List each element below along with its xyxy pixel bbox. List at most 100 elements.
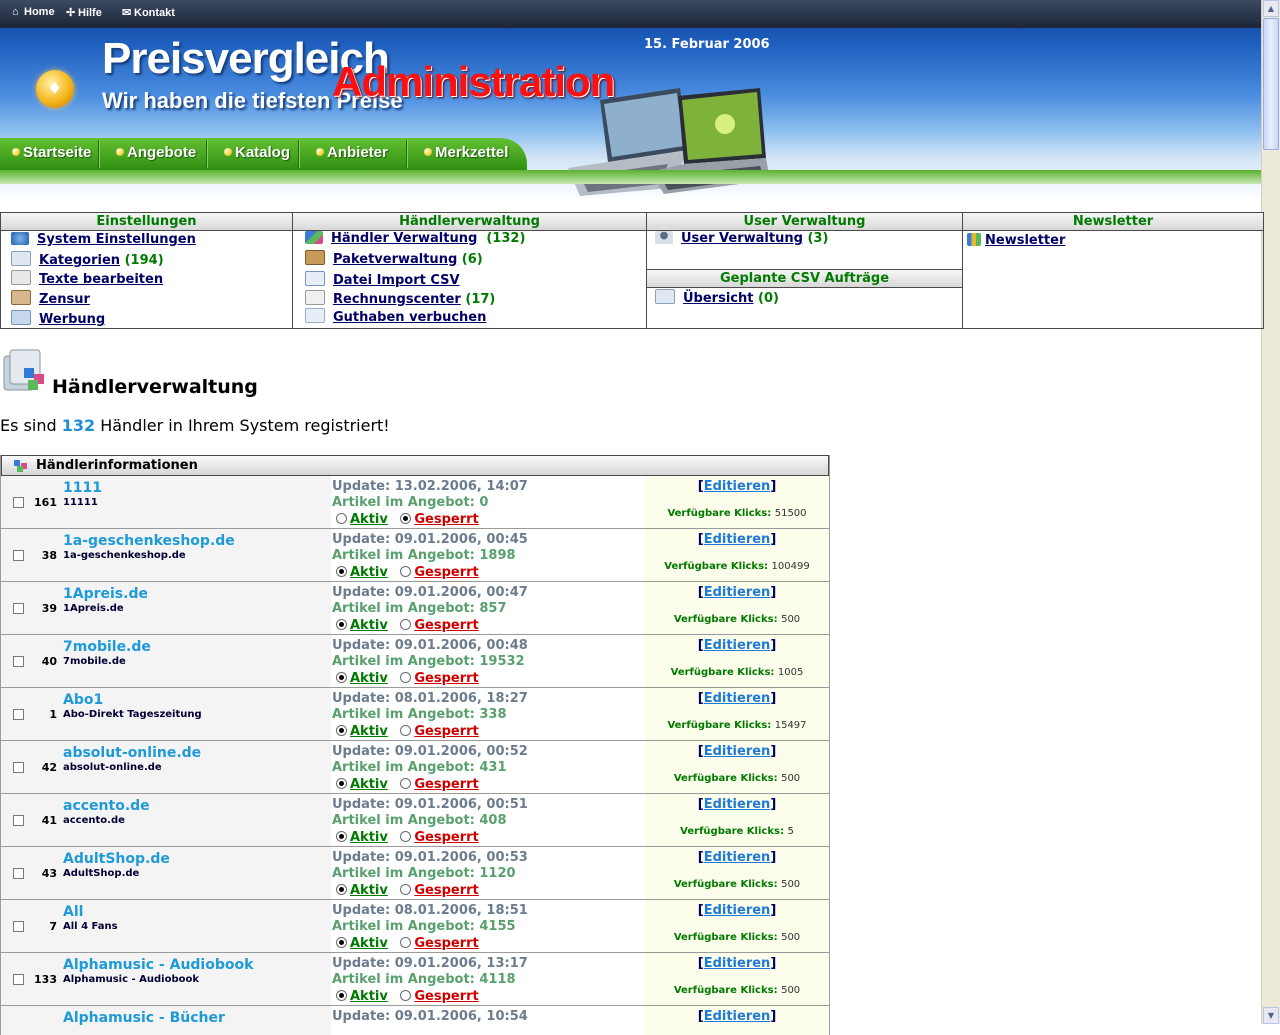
gesperrt-radio[interactable]: [400, 619, 412, 630]
scroll-thumb[interactable]: [1263, 18, 1279, 150]
bullet-icon: [316, 148, 324, 156]
help-link[interactable]: ✢ Hilfe: [66, 6, 102, 19]
aktiv-label[interactable]: Aktiv: [350, 565, 388, 580]
aktiv-radio[interactable]: [336, 725, 347, 736]
aktiv-radio[interactable]: [336, 672, 347, 683]
gesperrt-label[interactable]: Gesperrt: [414, 671, 478, 686]
menu-item-datei-import-csv[interactable]: Datei Import CSV: [305, 271, 460, 288]
gesperrt-label[interactable]: Gesperrt: [414, 724, 478, 739]
menu-item-newsletter[interactable]: Newsletter: [967, 233, 1065, 248]
aktiv-label[interactable]: Aktiv: [350, 936, 388, 951]
merchant-name-link[interactable]: 1Apreis.de: [63, 586, 148, 602]
edit-link[interactable]: Editieren: [704, 638, 771, 653]
gesperrt-radio[interactable]: [400, 725, 412, 736]
edit-link[interactable]: Editieren: [704, 1009, 771, 1024]
aktiv-radio[interactable]: [336, 831, 347, 842]
gesperrt-label[interactable]: Gesperrt: [414, 565, 478, 580]
status-radios: Aktiv Gesperrt: [336, 777, 479, 792]
gesperrt-label[interactable]: Gesperrt: [414, 777, 478, 792]
gesperrt-radio[interactable]: [400, 513, 412, 524]
edit-link[interactable]: Editieren: [704, 797, 771, 812]
menu-item-guthaben-verbuchen[interactable]: Guthaben verbuchen: [305, 308, 486, 325]
edit-link[interactable]: Editieren: [704, 585, 771, 600]
row-select-checkbox[interactable]: [13, 921, 24, 932]
censor-icon: [11, 290, 31, 305]
row-select-checkbox[interactable]: [13, 709, 24, 720]
scroll-down-arrow-icon[interactable]: ▼: [1263, 1007, 1279, 1024]
aktiv-label[interactable]: Aktiv: [350, 830, 388, 845]
aktiv-radio[interactable]: [336, 884, 347, 895]
aktiv-label[interactable]: Aktiv: [350, 883, 388, 898]
menu-item-texte-bearbeiten[interactable]: Texte bearbeiten: [11, 270, 163, 287]
gesperrt-label[interactable]: Gesperrt: [414, 936, 478, 951]
gesperrt-label[interactable]: Gesperrt: [414, 618, 478, 633]
gesperrt-label[interactable]: Gesperrt: [414, 883, 478, 898]
status-radios: Aktiv Gesperrt: [336, 883, 479, 898]
row-select-checkbox[interactable]: [13, 974, 24, 985]
row-select-checkbox[interactable]: [13, 656, 24, 667]
merchant-name-link[interactable]: All: [63, 904, 83, 920]
merchant-name-link[interactable]: 1a-geschenkeshop.de: [63, 533, 235, 549]
nav-startseite[interactable]: Startseite: [12, 144, 91, 161]
gesperrt-label[interactable]: Gesperrt: [414, 989, 478, 1004]
aktiv-radio[interactable]: [336, 778, 347, 789]
nav-katalog[interactable]: Katalog: [224, 144, 290, 161]
nav-merkzettel[interactable]: Merkzettel: [424, 144, 508, 161]
menu-item-paketverwaltung[interactable]: Paketverwaltung (6): [305, 250, 483, 267]
edit-link[interactable]: Editieren: [704, 956, 771, 971]
menu-item-system-einstellungen[interactable]: System Einstellungen: [11, 232, 196, 247]
edit-link[interactable]: Editieren: [704, 903, 771, 918]
aktiv-label[interactable]: Aktiv: [350, 618, 388, 633]
gesperrt-radio[interactable]: [400, 672, 412, 683]
menu-item-rechnungscenter[interactable]: Rechnungscenter (17): [305, 290, 495, 307]
menu-item-kategorien[interactable]: Kategorien (194): [11, 251, 164, 268]
gesperrt-radio[interactable]: [400, 937, 412, 948]
aktiv-radio[interactable]: [336, 566, 347, 577]
gesperrt-label[interactable]: Gesperrt: [414, 830, 478, 845]
edit-link[interactable]: Editieren: [704, 532, 771, 547]
aktiv-radio[interactable]: [336, 937, 347, 948]
gesperrt-radio[interactable]: [400, 831, 412, 842]
vertical-scrollbar[interactable]: ▲ ▼: [1261, 0, 1280, 1024]
home-link[interactable]: ⌂ Home: [12, 6, 55, 18]
edit-link[interactable]: Editieren: [704, 479, 771, 494]
aktiv-label[interactable]: Aktiv: [350, 989, 388, 1004]
menu-item-zensur[interactable]: Zensur: [11, 290, 90, 307]
row-select-checkbox[interactable]: [13, 603, 24, 614]
gesperrt-radio[interactable]: [400, 884, 412, 895]
aktiv-radio[interactable]: [336, 990, 347, 1001]
edit-link[interactable]: Editieren: [704, 850, 771, 865]
row-select-checkbox[interactable]: [13, 762, 24, 773]
aktiv-label[interactable]: Aktiv: [350, 512, 388, 527]
merchant-name-link[interactable]: 7mobile.de: [63, 639, 151, 655]
aktiv-label[interactable]: Aktiv: [350, 671, 388, 686]
edit-link[interactable]: Editieren: [704, 744, 771, 759]
nav-angebote[interactable]: Angebote: [116, 144, 196, 161]
gesperrt-radio[interactable]: [400, 990, 412, 1001]
gesperrt-radio[interactable]: [400, 566, 412, 577]
merchant-name-link[interactable]: Abo1: [63, 692, 103, 708]
contact-link[interactable]: ✉ Kontakt: [122, 6, 175, 19]
aktiv-radio[interactable]: [336, 619, 347, 630]
aktiv-label[interactable]: Aktiv: [350, 724, 388, 739]
scroll-up-arrow-icon[interactable]: ▲: [1263, 0, 1279, 17]
menu-item-werbung[interactable]: Werbung: [11, 310, 105, 327]
menu-item-haendler-verwaltung[interactable]: Händler Verwaltung (132): [305, 231, 525, 246]
merchant-name-link[interactable]: Alphamusic - Audiobook: [63, 957, 253, 973]
gesperrt-label[interactable]: Gesperrt: [414, 512, 478, 527]
gesperrt-radio[interactable]: [400, 778, 412, 789]
row-select-checkbox[interactable]: [13, 497, 24, 508]
merchant-name-link[interactable]: absolut-online.de: [63, 745, 201, 761]
merchant-name-link[interactable]: AdultShop.de: [63, 851, 170, 867]
row-select-checkbox[interactable]: [13, 550, 24, 561]
menu-item-user-verwaltung[interactable]: User Verwaltung (3): [655, 231, 828, 246]
aktiv-radio[interactable]: [336, 513, 347, 524]
row-select-checkbox[interactable]: [13, 868, 24, 879]
row-select-checkbox[interactable]: [13, 815, 24, 826]
menu-item-uebersicht[interactable]: Übersicht (0): [655, 289, 779, 306]
merchant-name-link[interactable]: accento.de: [63, 798, 150, 814]
merchant-name-link[interactable]: 1111: [63, 480, 102, 496]
aktiv-label[interactable]: Aktiv: [350, 777, 388, 792]
nav-anbieter[interactable]: Anbieter: [316, 144, 388, 161]
edit-link[interactable]: Editieren: [704, 691, 771, 706]
